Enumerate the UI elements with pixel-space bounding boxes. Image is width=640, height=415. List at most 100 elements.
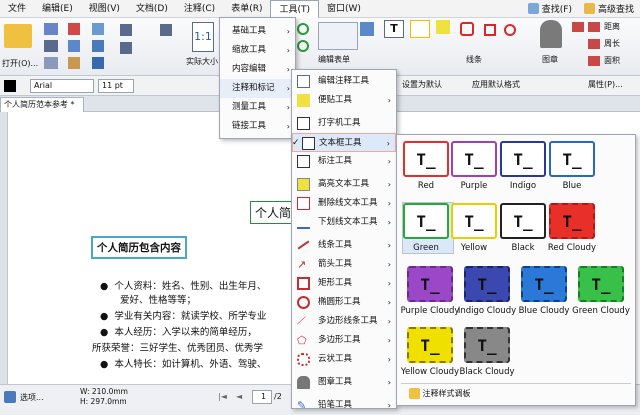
color-swatch[interactable] [4,80,16,92]
line-icon[interactable] [460,22,474,36]
distance-button[interactable]: 距离 [604,21,620,32]
menu-item-label: 文本框工具 [319,138,362,148]
textbox-glyph-icon: T_ [464,211,484,231]
print-icon[interactable] [44,40,58,52]
actual-size-icon[interactable]: 1:1 [192,22,214,52]
options-button[interactable]: 选项... [20,392,44,403]
menu-item-typewriter[interactable]: 打字机工具 [292,114,396,133]
menu-item-pencil[interactable]: ✎ 铅笔工具 › [292,396,396,415]
menu-item-highlight[interactable]: 高亮文本工具 › [292,175,396,194]
menu-item-zoom-tools[interactable]: 缩放工具 › [220,41,295,60]
menu-item-underline[interactable]: 下划线文本工具 › [292,213,396,232]
annotate-submenu: 编辑注释工具 便贴工具 › 打字机工具 ✓ 文本框工具 › 标注工具 › 高亮文本工具 ›… [291,69,397,412]
menu-item-line[interactable]: 线条工具 › [292,236,396,255]
document-tab[interactable]: 个人简历范本参考 * [0,97,84,112]
menu-item-link-tools[interactable]: 链接工具 › [220,117,295,136]
menu-item-callout[interactable]: 标注工具 › [292,152,396,171]
open-folder-icon[interactable] [4,24,32,48]
menu-item-label: 矩形工具 [318,278,353,288]
cut-icon[interactable] [68,23,80,35]
menu-view[interactable]: 视图(V) [81,0,128,18]
advanced-search-icon [583,3,595,14]
textbox-glyph-icon: T_ [477,335,497,355]
font-size-select[interactable]: 11 pt [98,79,134,93]
page-number-input[interactable]: 1 [252,390,272,404]
rotate-left-icon[interactable] [297,23,309,35]
swatch-label: Black Cloudy [459,367,515,377]
menu-item-polyline[interactable]: ⟋ 多边形线条工具 › [292,312,396,331]
email-icon[interactable] [44,57,58,69]
menu-item-strikeout[interactable]: 删除线文本工具 › [292,194,396,213]
save-icon[interactable] [44,23,58,35]
menu-item-content-edit[interactable]: 内容编辑 › [220,60,295,79]
menu-item-textbox[interactable]: ✓ 文本框工具 › [292,133,396,152]
navigation-pane-collapsed[interactable] [0,112,8,384]
set-default-button[interactable]: 设置为默认 [402,79,442,90]
rectangle-icon [297,277,310,290]
paste-icon[interactable] [68,57,80,69]
list-item-text: 本人经历：入学以来的简单经历， [114,327,257,338]
find-button[interactable]: 查找(F) [527,2,572,15]
menu-edit[interactable]: 编辑(E) [34,0,81,18]
menu-item-basic-tools[interactable]: 基础工具 › [220,22,295,41]
zoom-icon[interactable] [92,57,104,69]
menu-comment[interactable]: 注释(C) [176,0,223,18]
menu-item-measure-tools[interactable]: 测量工具 › [220,98,295,117]
menu-item-rectangle[interactable]: 矩形工具 › [292,274,396,293]
rectangle-icon[interactable] [484,24,496,36]
menu-document[interactable]: 文档(D) [128,0,176,18]
font-family-select[interactable]: Arial [30,79,94,93]
edit-form-icon[interactable] [318,22,358,50]
submenu-arrow-icon: › [387,317,391,326]
menu-item-ellipse[interactable]: 椭圆形工具 › [292,293,396,312]
menu-item-annotate-markup[interactable]: 注释和标记 › [220,79,295,98]
advanced-find-button[interactable]: 高级查找 [583,2,634,15]
menu-item-polygon[interactable]: ⬠ 多边形工具 › [292,331,396,350]
menu-item-label: 高亮文本工具 [318,179,370,189]
copy-icon[interactable] [68,40,80,52]
menu-form[interactable]: 表单(R) [223,0,270,18]
perimeter-button[interactable]: 周长 [604,38,620,49]
stamp-icon [297,376,310,389]
page-fit-icon[interactable] [160,24,172,36]
section-heading: 个人简历包含内容 [91,236,187,259]
select-mode-icon[interactable] [4,391,16,403]
line-tool-label[interactable]: 线条 [466,54,482,65]
swatch-preview: T_ [464,266,510,302]
menu-item-arrow[interactable]: ↗ 箭头工具 › [292,255,396,274]
ellipse-icon[interactable] [504,24,516,36]
eraser-icon[interactable] [572,22,584,32]
apply-default-button[interactable]: 应用默认格式 [472,79,520,90]
properties-button[interactable]: 属性(P)... [588,79,623,90]
typewriter-icon[interactable]: T [384,20,404,38]
previous-page-icon[interactable]: ◄ [236,392,242,401]
actual-size-label[interactable]: 实际大小 [186,56,218,67]
hand-icon[interactable] [92,23,104,35]
pages-icon[interactable] [120,42,132,54]
annotation-style-palette-button[interactable]: 注释样式调板 [409,388,471,399]
menu-item-stamp[interactable]: 图章工具 › [292,373,396,392]
menu-tools[interactable]: 工具(T) [270,0,319,18]
menu-item-edit-annotation[interactable]: 编辑注释工具 [292,72,396,91]
stamp-label[interactable]: 图章 [542,54,558,65]
menu-window[interactable]: 窗口(W) [319,0,369,18]
textbox-glyph-icon: T_ [591,274,611,294]
page-height: H: 297.0mm [80,397,127,406]
menu-item-cloud[interactable]: 云状工具 › [292,350,396,369]
snapshot-icon[interactable] [120,24,132,36]
menu-item-sticky-note[interactable]: 便贴工具 › [292,91,396,110]
open-button-label[interactable]: 打开(O)... [2,58,38,69]
highlight-icon [297,178,310,191]
edit-form-label[interactable]: 编辑表单 [318,54,350,65]
first-page-icon[interactable]: |◄ [218,392,227,401]
stamp-icon[interactable] [540,20,562,48]
rotate-right-icon[interactable] [297,40,309,52]
textbox-glyph-icon: T_ [562,149,582,169]
note-icon[interactable] [436,20,450,34]
select-icon[interactable] [92,40,104,52]
menu-file[interactable]: 文件 [0,0,34,18]
area-button[interactable]: 面积 [604,55,620,66]
page-width: W: 210.0mm [80,387,128,396]
form-field-icon[interactable] [360,22,374,36]
textbox-icon[interactable] [410,20,430,38]
